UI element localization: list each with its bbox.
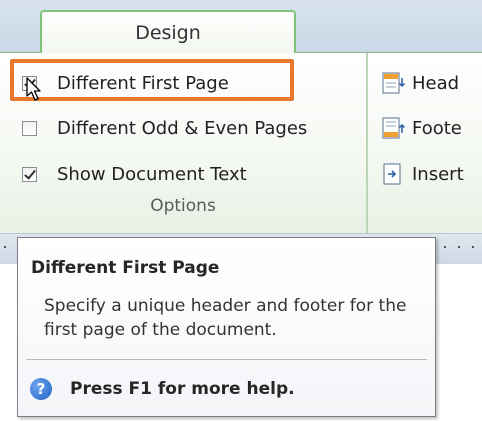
tooltip: Different First Page Specify a unique he… [17, 237, 436, 417]
tooltip-divider [26, 359, 427, 360]
tooltip-help: ? Press F1 for more help. [30, 378, 295, 400]
options-group: Different First Page Different Odd & Eve… [0, 53, 368, 233]
header-button[interactable]: Head [382, 68, 459, 98]
ruler-tick [472, 246, 474, 248]
tooltip-title: Different First Page [31, 258, 220, 278]
tab-strip: Design [0, 0, 482, 53]
header-icon [382, 72, 406, 94]
help-icon: ? [30, 378, 52, 400]
ribbon: Different First Page Different Odd & Eve… [0, 53, 482, 233]
insert-button[interactable]: Insert [382, 159, 464, 189]
header-label: Head [412, 72, 460, 94]
mouse-cursor-icon [26, 77, 41, 101]
options-group-label: Options [150, 196, 216, 216]
show-document-text-option[interactable]: Show Document Text [22, 159, 247, 189]
different-odd-even-option[interactable]: Different Odd & Even Pages [22, 113, 307, 143]
tab-design[interactable]: Design [40, 10, 296, 53]
ruler-tick [4, 246, 6, 248]
show-document-text-checkbox[interactable] [22, 166, 37, 182]
tooltip-description: Specify a unique header and footer for t… [44, 296, 407, 340]
tooltip-help-text: Press F1 for more help. [70, 379, 295, 399]
footer-button[interactable]: Foote [382, 113, 462, 143]
ruler-tick [444, 246, 446, 248]
show-document-text-label: Show Document Text [57, 163, 247, 185]
insert-label: Insert [412, 163, 464, 185]
highlight-box [10, 59, 294, 101]
footer-icon [382, 117, 406, 139]
footer-label: Foote [412, 117, 462, 139]
different-odd-even-checkbox[interactable] [22, 120, 37, 136]
ruler-tick [458, 246, 460, 248]
insert-icon [383, 163, 401, 185]
different-odd-even-label: Different Odd & Even Pages [57, 117, 308, 139]
header-footer-group: Head Foote Insert [374, 53, 482, 233]
